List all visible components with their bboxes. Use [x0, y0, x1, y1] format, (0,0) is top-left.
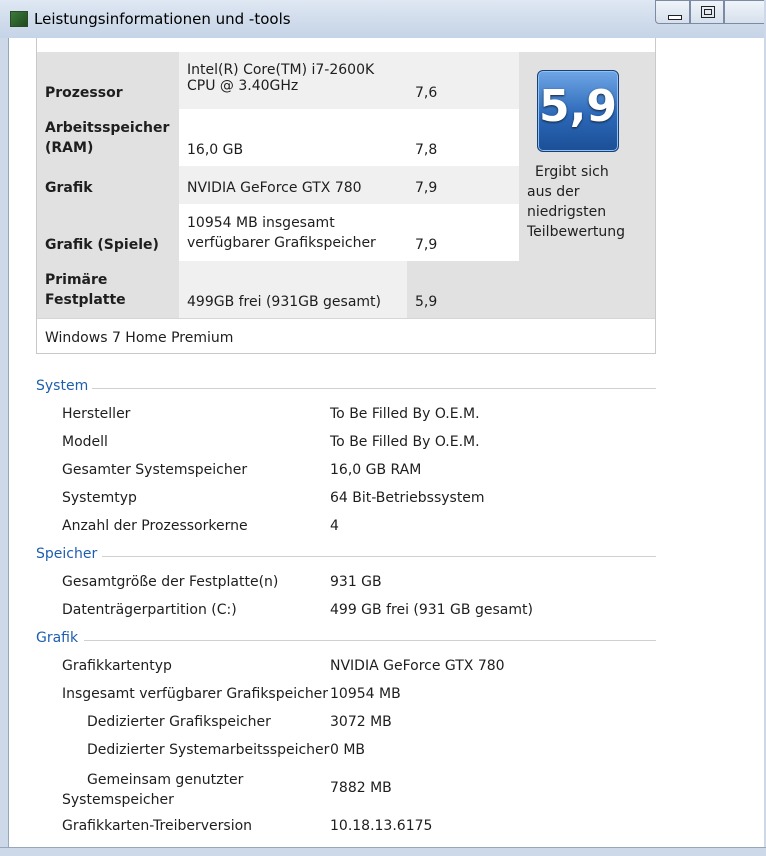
close-button[interactable] — [724, 0, 766, 24]
info-key: Insgesamt verfügbarer Grafikspeicher — [62, 686, 329, 702]
info-key: Hersteller — [62, 406, 131, 422]
info-key: Dedizierter Grafikspeicher — [87, 714, 271, 730]
info-row: Insgesamt verfügbarer Grafikspeicher 1095… — [62, 686, 762, 714]
rating-label: Primäre Festplatte — [37, 261, 179, 318]
base-score-value: 5,9 — [539, 81, 617, 132]
rating-score: 7,9 — [407, 204, 519, 261]
rating-value: 499GB frei (931GB gesamt) — [179, 261, 407, 318]
rating-value: 16,0 GB — [179, 109, 407, 166]
rating-score: 7,8 — [407, 109, 519, 166]
info-key: Anzahl der Prozessorkerne — [62, 518, 248, 534]
section-divider — [102, 556, 656, 557]
info-row: Anzahl der Prozessorkerne 4 — [62, 518, 762, 546]
info-value: 4 — [330, 518, 339, 534]
rating-score: 7,9 — [407, 166, 519, 204]
info-value: 7882 MB — [330, 780, 392, 796]
info-key: Modell — [62, 434, 108, 450]
info-value: NVIDIA GeForce GTX 780 — [330, 658, 505, 674]
info-key: Gesamtgröße der Festplatte(n) — [62, 574, 279, 590]
title-bar: Leistungsinformationen und -tools — [0, 0, 766, 38]
info-key: Grafikkartentyp — [62, 658, 172, 674]
info-key: Gemeinsam genutzter Systemspeicher — [62, 772, 244, 808]
maximize-icon — [701, 6, 715, 18]
windows-edition: Windows 7 Home Premium — [37, 318, 655, 352]
info-value: To Be Filled By O.E.M. — [330, 434, 480, 450]
rating-label: Grafik (Spiele) — [37, 204, 179, 261]
rating-label: Prozessor — [37, 52, 179, 109]
minimize-button[interactable] — [655, 0, 690, 24]
rating-table-header — [37, 38, 655, 53]
rating-value: NVIDIA GeForce GTX 780 — [179, 166, 407, 204]
rating-row-graphics: Grafik NVIDIA GeForce GTX 780 7,9 — [37, 166, 519, 204]
info-key: Systemtyp — [62, 490, 137, 506]
rating-value: 10954 MB insgesamt verfügbarer Grafikspe… — [179, 204, 407, 261]
info-row: Grafikkartentyp NVIDIA GeForce GTX 780 — [62, 658, 762, 686]
section-heading-system: System — [36, 378, 89, 394]
info-row: Datenträgerpartition (C:) 499 GB frei (93… — [62, 602, 762, 630]
rating-score: 7,6 — [407, 52, 519, 109]
info-value: 10.18.13.6175 — [330, 818, 433, 834]
rating-score: 5,9 — [407, 261, 519, 318]
section-divider — [92, 388, 656, 389]
info-row: Modell To Be Filled By O.E.M. — [62, 434, 762, 462]
info-value: 499 GB frei (931 GB gesamt) — [330, 602, 533, 618]
info-row: Hersteller To Be Filled By O.E.M. — [62, 406, 762, 434]
rating-row-ram: Arbeitsspeicher (RAM) 16,0 GB 7,8 — [37, 109, 519, 166]
base-score-desc-line: Teilbewertung — [527, 224, 626, 240]
maximize-button[interactable] — [690, 0, 724, 24]
window-frame-left — [0, 38, 9, 855]
info-key: Grafikkarten-Treiberversion — [62, 818, 253, 834]
info-row: Grafikkarten-Treiberversion 10.18.13.6175 — [62, 818, 762, 846]
rating-row-primary-disk: Primäre Festplatte 499GB frei (931GB ges… — [37, 261, 519, 318]
info-value: 0 MB — [330, 742, 366, 758]
section-heading-graphics: Grafik — [36, 630, 79, 646]
rating-row-gaming-graphics: Grafik (Spiele) 10954 MB insgesamt verfü… — [37, 204, 519, 261]
info-value: To Be Filled By O.E.M. — [330, 406, 480, 422]
rating-value: Intel(R) Core(TM) i7-2600K CPU @ 3.40GHz — [179, 52, 407, 109]
rating-label: Arbeitsspeicher (RAM) — [37, 109, 179, 166]
window-title: Leistungsinformationen und -tools — [34, 10, 291, 28]
info-row: Dedizierter Systemarbeitsspeicher 0 MB — [62, 742, 762, 770]
info-value: 10954 MB — [330, 686, 401, 702]
base-score-panel: 5,9 Ergibt sich aus der niedrigsten Teil… — [519, 52, 655, 318]
info-row: Gemeinsam genutzter Systemspeicher 7882 M… — [62, 770, 762, 810]
base-score-desc-line: Ergibt sich — [535, 164, 609, 180]
base-score-desc-line: niedrigsten — [527, 204, 607, 220]
info-value: 931 GB — [330, 574, 382, 590]
base-score-description: Ergibt sich aus der niedrigsten Teilbewe… — [527, 162, 651, 242]
section-heading-storage: Speicher — [36, 546, 98, 562]
info-row: Systemtyp 64 Bit-Betriebssystem — [62, 490, 762, 518]
base-score-desc-line: aus der — [527, 184, 580, 200]
info-value: 3072 MB — [330, 714, 392, 730]
base-score-badge: 5,9 — [537, 70, 619, 152]
minimize-icon — [668, 15, 682, 20]
app-icon — [10, 11, 28, 27]
rating-table: Prozessor Intel(R) Core(TM) i7-2600K CPU… — [36, 38, 656, 354]
rating-row-processor: Prozessor Intel(R) Core(TM) i7-2600K CPU… — [37, 52, 519, 109]
info-key: Dedizierter Systemarbeitsspeicher — [87, 742, 330, 758]
info-row: Gesamtgröße der Festplatte(n) 931 GB — [62, 574, 762, 602]
info-row: Dedizierter Grafikspeicher 3072 MB — [62, 714, 762, 742]
info-key: Datenträgerpartition (C:) — [62, 602, 237, 618]
info-key: Gesamter Systemspeicher — [62, 462, 248, 478]
rating-label: Grafik — [37, 166, 179, 204]
info-value: 64 Bit-Betriebssystem — [330, 490, 485, 506]
section-divider — [84, 640, 656, 641]
info-row: Gesamter Systemspeicher 16,0 GB RAM — [62, 462, 762, 490]
info-value: 16,0 GB RAM — [330, 462, 422, 478]
